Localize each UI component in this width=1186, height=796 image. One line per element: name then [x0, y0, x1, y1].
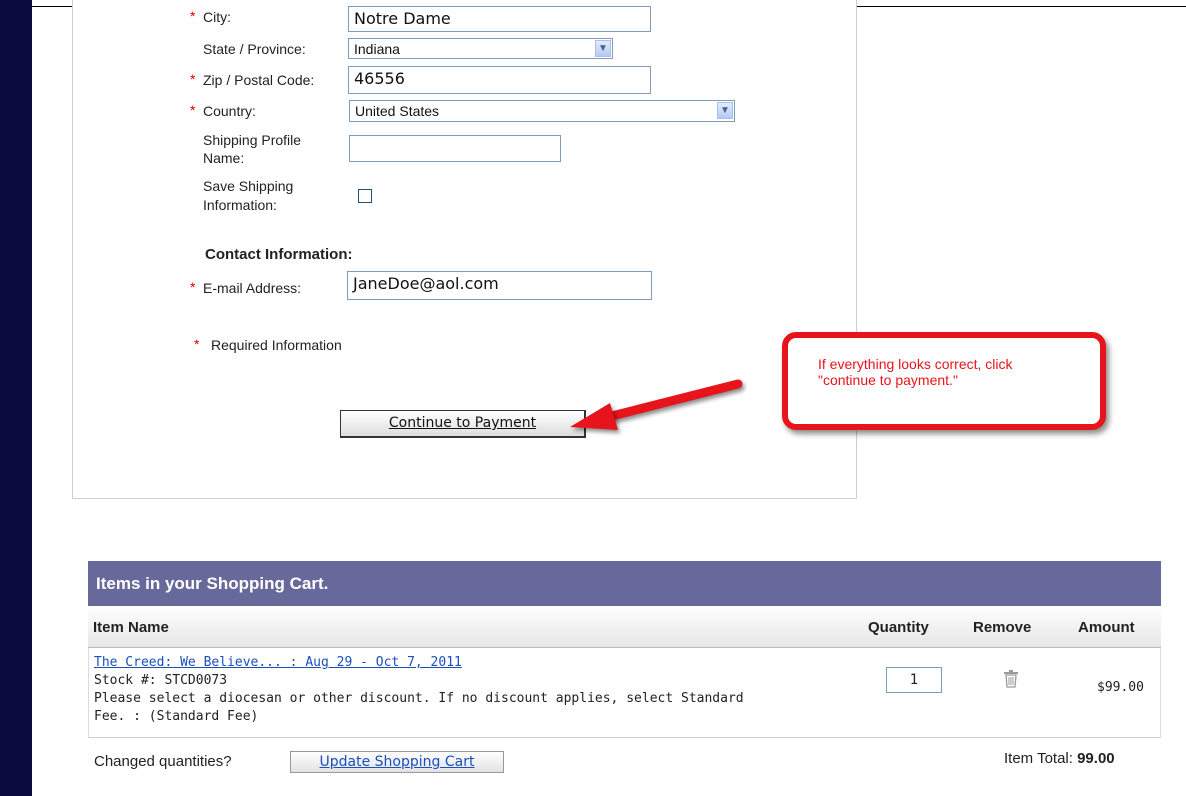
- chevron-down-icon[interactable]: ▼: [717, 102, 733, 119]
- column-remove: Remove: [973, 619, 1032, 636]
- column-item-name: Item Name: [93, 619, 169, 636]
- table-row: The Creed: We Believe... : Aug 29 - Oct …: [88, 648, 1161, 738]
- cart-title: Items in your Shopping Cart.: [88, 561, 1161, 606]
- required-marker: *: [194, 336, 200, 352]
- state-select[interactable]: Indiana ▼: [348, 38, 613, 59]
- continue-to-payment-label: Continue to Payment: [388, 415, 537, 431]
- country-select-value: United States: [355, 103, 440, 119]
- required-marker: *: [190, 8, 196, 24]
- item-stock: Stock #: STCD0073: [94, 673, 228, 688]
- email-label: E-mail Address:: [203, 280, 302, 296]
- profile-name-label-line1: Shipping Profile: [203, 132, 302, 148]
- callout-line-2: "continue to payment.": [818, 372, 958, 388]
- profile-name-field[interactable]: [349, 135, 561, 162]
- zip-field[interactable]: 46556: [348, 66, 651, 94]
- left-sidebar-bar: [0, 0, 32, 796]
- save-shipping-checkbox[interactable]: [358, 189, 372, 203]
- item-note-line1: Please select a diocesan or other discou…: [94, 691, 744, 706]
- required-marker: *: [190, 102, 196, 118]
- city-field[interactable]: Notre Dame: [348, 6, 651, 32]
- item-note-line2: Fee. : (Standard Fee): [94, 709, 259, 724]
- column-quantity: Quantity: [868, 619, 929, 636]
- zip-label: Zip / Postal Code:: [203, 72, 315, 88]
- city-label: City:: [203, 9, 231, 25]
- continue-to-payment-button[interactable]: Continue to Payment: [340, 410, 586, 438]
- item-name-link[interactable]: The Creed: We Believe... : Aug 29 - Oct …: [94, 655, 462, 670]
- callout-line-1: If everything looks correct, click: [818, 356, 1013, 372]
- email-field[interactable]: JaneDoe@aol.com: [347, 271, 652, 300]
- profile-name-label-line2: Name:: [203, 150, 245, 166]
- country-select[interactable]: United States ▼: [349, 100, 735, 122]
- quantity-input[interactable]: 1: [886, 667, 942, 693]
- chevron-down-icon[interactable]: ▼: [595, 40, 611, 57]
- instruction-callout: If everything looks correct, click "cont…: [782, 332, 1106, 430]
- changed-quantities-label: Changed quantities?: [94, 753, 232, 770]
- required-marker: *: [190, 71, 196, 87]
- item-amount: $99.00: [1097, 680, 1144, 695]
- contact-info-heading: Contact Information:: [205, 246, 353, 263]
- save-shipping-label-line1: Save Shipping: [203, 178, 294, 194]
- column-amount: Amount: [1078, 619, 1135, 636]
- update-cart-button[interactable]: Update Shopping Cart: [290, 751, 504, 773]
- country-label: Country:: [203, 103, 256, 119]
- item-total: Item Total: 99.00: [1004, 750, 1115, 767]
- trash-icon[interactable]: [1003, 670, 1019, 688]
- save-shipping-label-line2: Information:: [203, 197, 277, 213]
- item-total-value: 99.00: [1077, 750, 1115, 767]
- state-label: State / Province:: [203, 41, 306, 57]
- required-marker: *: [190, 279, 196, 295]
- cart-column-headers: Item Name Quantity Remove Amount: [88, 606, 1161, 648]
- required-info-note: Required Information: [211, 337, 342, 353]
- annotation-arrow-icon: [570, 379, 743, 430]
- item-total-label: Item Total:: [1004, 750, 1073, 767]
- state-select-value: Indiana: [354, 41, 400, 57]
